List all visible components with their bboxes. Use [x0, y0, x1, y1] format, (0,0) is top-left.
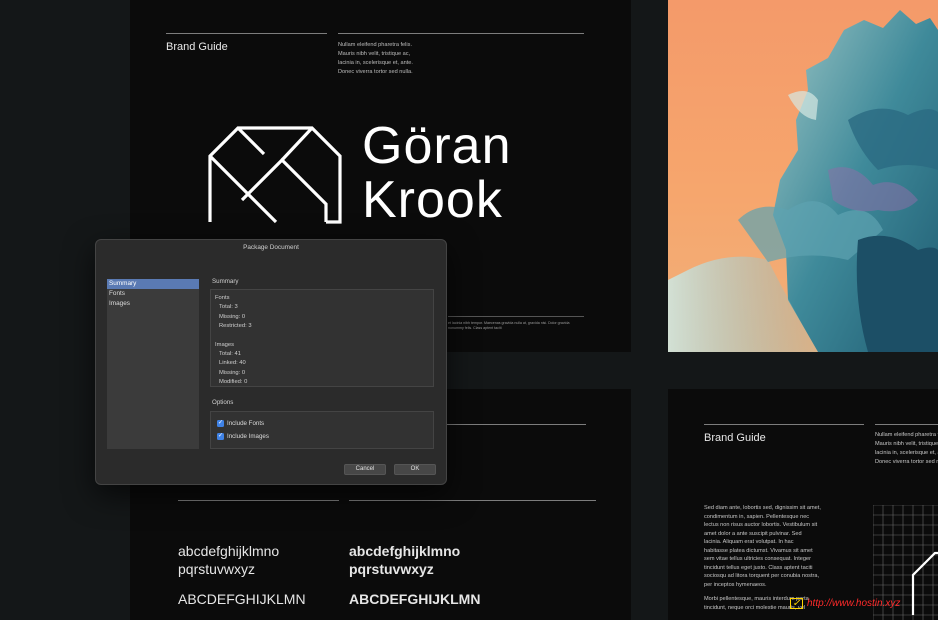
wordmark-line-1: Göran	[362, 117, 512, 175]
wordmark-line-2: Krook	[362, 171, 503, 229]
header-rule-left	[704, 424, 864, 425]
options-label: Options	[212, 399, 234, 406]
dialog-title: Package Document	[243, 244, 299, 251]
brand-guide-page-grid: Brand Guide Nullam eleifend pharetra fel…	[668, 389, 938, 620]
lorem-line: Mauris nibh velit, tristique ac,	[338, 51, 411, 57]
fonts-restricted: Restricted: 3	[219, 323, 252, 329]
body-line: tincidunt tellus eget justo. Class apten…	[704, 564, 813, 571]
fonts-total: Total: 3	[219, 304, 238, 310]
footer-tiny-text: et lacinia nibh tempor. Maecenas gravida…	[448, 321, 570, 330]
lorem-line: Donec viverra tortor sed nulla.	[875, 459, 938, 465]
fonts-missing: Missing: 0	[219, 314, 246, 320]
body-line: condimentum in, sapien. Pellentesque nec	[704, 513, 810, 520]
images-modified: Modified: 0	[219, 379, 248, 385]
header-rule-left	[166, 33, 327, 34]
images-linked: Linked: 40	[219, 360, 246, 366]
type-specimen-bold: abcdefghijklmno pqrstuvwxyz ABCDEFGHIJKL…	[349, 542, 480, 608]
images-total: Total: 41	[219, 351, 241, 357]
summary-label: Summary	[212, 278, 239, 285]
gk-monogram-icon	[208, 126, 342, 224]
nav-item-images[interactable]: Images	[107, 299, 199, 309]
ok-button[interactable]: OK	[394, 464, 436, 475]
lorem-line: lacinia in, scelerisque et, ante.	[338, 60, 413, 66]
include-fonts-option[interactable]: ✓ Include Fonts	[217, 420, 264, 427]
mountain-photo-image	[668, 0, 938, 352]
specimen-lowercase-2: pqrstuvwxyz	[178, 561, 256, 577]
wordmark: Göran Krook	[362, 119, 512, 227]
body-line: lacinia. Aliquam erat volutpat. In hac	[704, 539, 794, 545]
lorem-line: Donec viverra tortor sed nulla.	[338, 69, 413, 75]
lorem-line: Mauris nibh velit, tristique ac,	[875, 441, 938, 447]
images-missing: Missing: 0	[219, 370, 246, 376]
body-line: habitasse platea dictumst. Vivamus sit a…	[704, 547, 813, 554]
body-line: per inceptos hymenaeos.	[704, 581, 767, 588]
header-rule-right	[338, 33, 584, 34]
fonts-heading: Fonts	[215, 295, 230, 301]
specimen-uppercase: ABCDEFGHIJKLMN	[349, 591, 481, 607]
watermark-text: http://www.hostin.xyz	[807, 598, 901, 609]
brand-guide-title: Brand Guide	[704, 432, 766, 444]
body-line: Sed diam ante, lobortis sed, dignissim s…	[704, 505, 821, 511]
include-images-option[interactable]: ✓ Include Images	[217, 433, 269, 440]
dialog-nav-list: Summary Fonts Images	[107, 279, 199, 449]
body-line: lectus non risus auctor lobortis. Vestib…	[704, 522, 818, 528]
images-heading: Images	[215, 342, 235, 348]
footer-rule	[448, 316, 584, 317]
lorem-line: Nullam eleifend pharetra felis.	[875, 432, 938, 438]
header-rule-right	[875, 424, 938, 425]
checkmark-icon[interactable]: ✓	[217, 433, 224, 440]
checkmark-icon: ✓	[790, 598, 803, 609]
brand-guide-title: Brand Guide	[166, 41, 228, 53]
lorem-line: lacinia in, scelerisque et, ante.	[875, 450, 938, 456]
body-line: amet dolor a ante suscipit pulvinar. Sed	[704, 530, 802, 537]
lorem-line: Nullam eleifend pharetra felis.	[338, 42, 412, 48]
specimen-rule-left	[178, 500, 339, 501]
package-document-dialog: Package Document Summary Fonts Images Su…	[95, 239, 447, 485]
include-images-label: Include Images	[227, 433, 269, 440]
specimen-lowercase-2: pqrstuvwxyz	[349, 561, 434, 577]
logo-construction-icon	[911, 551, 938, 615]
specimen-lowercase-1: abcdefghijklmno	[349, 543, 461, 559]
checkmark-icon[interactable]: ✓	[217, 420, 224, 427]
include-fonts-label: Include Fonts	[227, 420, 265, 427]
specimen-lowercase-1: abcdefghijklmno	[178, 543, 280, 559]
cancel-button[interactable]: Cancel	[344, 464, 386, 475]
header-lorem: Nullam eleifend pharetra felis. Mauris n…	[875, 431, 938, 467]
nav-item-summary[interactable]: Summary	[107, 279, 199, 289]
specimen-rule-right	[349, 500, 596, 501]
body-line: sem vitae tellus ultricies consequat. In…	[704, 556, 811, 562]
specimen-uppercase: ABCDEFGHIJKLMN	[178, 591, 306, 607]
brand-guide-page-photo	[668, 0, 938, 352]
watermark: ✓ http://www.hostin.xyz	[790, 598, 900, 609]
nav-item-fonts[interactable]: Fonts	[107, 289, 199, 299]
options-box: ✓ Include Fonts ✓ Include Images	[210, 411, 434, 449]
body-line: sociosqu ad litora torquent per conubia …	[704, 573, 820, 579]
body-text: Sed diam ante, lobortis sed, dignissim s…	[704, 504, 834, 612]
type-specimen-regular: abcdefghijklmno pqrstuvwxyz ABCDEFGHIJKL…	[178, 542, 306, 608]
summary-box: Fonts Total: 3 Missing: 0 Restricted: 3 …	[210, 289, 434, 387]
header-lorem: Nullam eleifend pharetra felis. Mauris n…	[338, 41, 458, 77]
